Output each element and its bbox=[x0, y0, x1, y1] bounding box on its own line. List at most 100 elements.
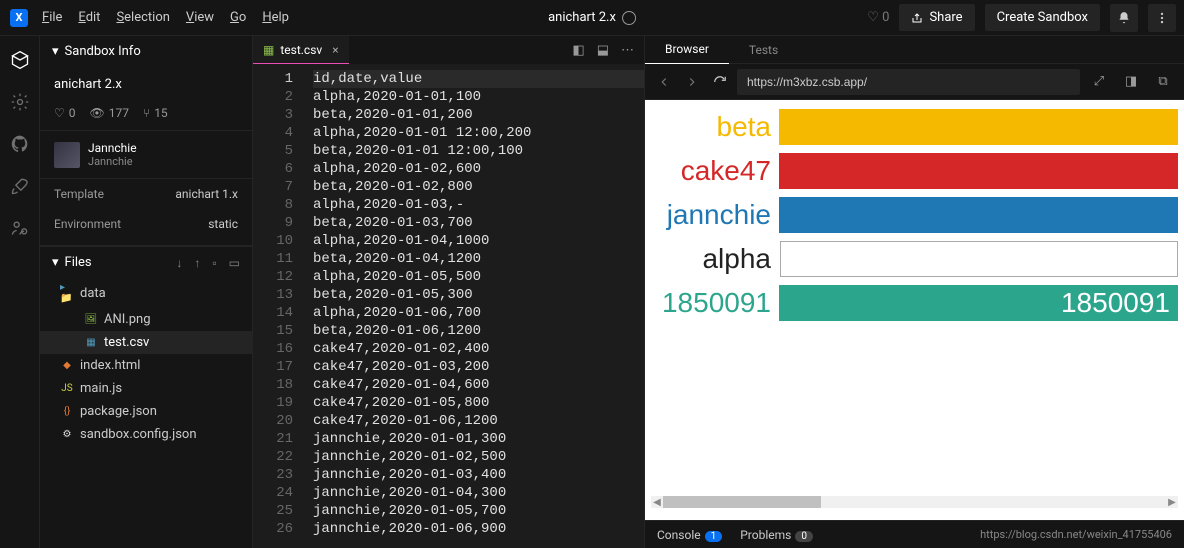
menu-help[interactable]: Help bbox=[262, 10, 289, 25]
stat-forks: ⑂ 15 bbox=[143, 106, 168, 120]
bar-label: alpha bbox=[651, 243, 779, 275]
activity-bar bbox=[0, 36, 40, 548]
meta-environment: Environment static bbox=[40, 209, 252, 246]
upload-icon[interactable]: ↑ bbox=[194, 256, 200, 270]
menu-view[interactable]: View bbox=[186, 10, 214, 25]
template-link[interactable]: anichart 1.x bbox=[175, 187, 238, 201]
files-header[interactable]: ▾ Files ↓ ↑ ▫ ▭ bbox=[40, 246, 252, 278]
file-icon: ▦ bbox=[84, 337, 98, 348]
file-name: data bbox=[80, 286, 106, 301]
main: ▾ Sandbox Info anichart 2.x ♡ 0 👁 177 ⑂ … bbox=[0, 36, 1184, 548]
file-item-index-html[interactable]: ◆index.html bbox=[40, 354, 252, 377]
refresh-icon[interactable] bbox=[709, 71, 731, 93]
menu-go[interactable]: Go bbox=[230, 10, 246, 25]
preview-newwindow-icon[interactable]: ⧉ bbox=[1150, 74, 1176, 89]
scroll-right-icon[interactable]: ▶ bbox=[1166, 497, 1178, 508]
console-tab[interactable]: Console1 bbox=[657, 528, 722, 542]
file-icon: ▸ 📁 bbox=[60, 282, 74, 304]
preview-frame: betacake47jannchiealpha18500911850091 ◀ … bbox=[645, 100, 1184, 520]
file-icon: 🖼 bbox=[84, 314, 98, 325]
logo[interactable]: X bbox=[10, 9, 28, 27]
bar-cake47: cake47 bbox=[651, 152, 1178, 190]
activity-settings-icon[interactable] bbox=[10, 92, 30, 112]
tab-test-csv[interactable]: ▦ test.csv × bbox=[253, 36, 349, 64]
sandbox-info-title: Sandbox Info bbox=[65, 44, 141, 59]
file-name: ANI.png bbox=[104, 312, 151, 327]
stat-views: 👁 177 bbox=[90, 106, 129, 120]
forward-icon[interactable] bbox=[681, 71, 703, 93]
file-name: package.json bbox=[80, 404, 157, 419]
editor-tabs: ▦ test.csv × ◧ ⬓ ⋯ bbox=[253, 36, 644, 64]
create-sandbox-button[interactable]: Create Sandbox bbox=[985, 4, 1100, 31]
more-icon[interactable] bbox=[1148, 4, 1176, 32]
url-input[interactable] bbox=[737, 69, 1080, 95]
activity-info-icon[interactable] bbox=[10, 50, 30, 70]
project-name[interactable]: anichart 2.x bbox=[40, 67, 252, 102]
file-item-main-js[interactable]: JS main.js bbox=[40, 377, 252, 400]
menu-edit[interactable]: Edit bbox=[78, 10, 100, 25]
scroll-left-icon[interactable]: ◀ bbox=[651, 497, 663, 508]
sidebar: ▾ Sandbox Info anichart 2.x ♡ 0 👁 177 ⑂ … bbox=[40, 36, 253, 548]
tab-browser[interactable]: Browser bbox=[645, 36, 729, 64]
close-icon[interactable]: × bbox=[332, 43, 338, 57]
split-bottom-icon[interactable]: ⬓ bbox=[597, 43, 609, 58]
top-right-actions: ♡ 0 Share Create Sandbox bbox=[867, 4, 1184, 32]
file-icon: {} bbox=[60, 406, 74, 417]
activity-github-icon[interactable] bbox=[10, 134, 30, 154]
bar-rect: 1850091 bbox=[779, 285, 1178, 321]
file-icon: ⚙ bbox=[60, 429, 74, 440]
avatar bbox=[54, 142, 80, 168]
preview-expand-icon[interactable]: ⤢ bbox=[1086, 74, 1112, 89]
new-file-icon[interactable]: ▫ bbox=[212, 256, 216, 270]
file-icon: JS bbox=[60, 383, 74, 394]
bar-alpha: alpha bbox=[651, 240, 1178, 278]
project-stats: ♡ 0 👁 177 ⑂ 15 bbox=[40, 102, 252, 131]
file-item-test-csv[interactable]: ▦test.csv bbox=[40, 331, 252, 354]
menubar: File Edit Selection View Go Help bbox=[42, 10, 289, 25]
chart-area: betacake47jannchiealpha18500911850091 bbox=[651, 108, 1178, 322]
activity-live-icon[interactable] bbox=[10, 218, 30, 238]
gutter: 1234567891011121314151617181920212223242… bbox=[253, 64, 301, 548]
activity-rocket-icon[interactable] bbox=[10, 176, 30, 196]
like-button[interactable]: ♡ 0 bbox=[867, 10, 889, 25]
back-icon[interactable] bbox=[653, 71, 675, 93]
menu-file[interactable]: File bbox=[42, 10, 62, 25]
csv-icon: ▦ bbox=[263, 43, 274, 57]
watermark: https://blog.csdn.net/weixin_41755406 bbox=[980, 528, 1172, 541]
tab-more-icon[interactable]: ⋯ bbox=[621, 43, 634, 58]
file-item-data[interactable]: ▸ 📁 data bbox=[40, 278, 252, 308]
share-icon bbox=[911, 12, 923, 24]
preview-split-icon[interactable]: ◨ bbox=[1118, 74, 1144, 89]
problems-tab[interactable]: Problems0 bbox=[740, 528, 813, 542]
split-right-icon[interactable]: ◧ bbox=[572, 43, 584, 58]
title-text: anichart 2.x bbox=[548, 10, 616, 25]
code-area[interactable]: id,date,valuealpha,2020-01-01,100beta,20… bbox=[301, 64, 644, 548]
file-item-package-json[interactable]: {} package.json bbox=[40, 400, 252, 423]
chevron-down-icon: ▾ bbox=[52, 44, 59, 59]
bar-label: cake47 bbox=[651, 155, 779, 187]
chevron-down-icon: ▾ bbox=[52, 255, 59, 270]
horizontal-scrollbar[interactable]: ◀ ▶ bbox=[651, 496, 1178, 508]
share-button[interactable]: Share bbox=[899, 4, 974, 31]
tab-tests[interactable]: Tests bbox=[729, 36, 798, 64]
sandbox-info-header[interactable]: ▾ Sandbox Info bbox=[40, 36, 252, 67]
editor-body[interactable]: 1234567891011121314151617181920212223242… bbox=[253, 64, 644, 548]
file-item-ANI-png[interactable]: 🖼 ANI.png bbox=[40, 308, 252, 331]
author-handle: Jannchie bbox=[88, 155, 137, 168]
author-row[interactable]: Jannchie Jannchie bbox=[40, 131, 252, 179]
preview-bottom-bar: Console1 Problems0 https://blog.csdn.net… bbox=[645, 520, 1184, 548]
new-folder-icon[interactable]: ▭ bbox=[229, 256, 240, 270]
bell-icon[interactable] bbox=[1110, 4, 1138, 32]
scroll-thumb[interactable] bbox=[663, 496, 821, 508]
meta-template: Template anichart 1.x bbox=[40, 179, 252, 209]
file-name: index.html bbox=[80, 358, 140, 373]
bar-label: beta bbox=[651, 111, 779, 143]
file-name: main.js bbox=[80, 381, 122, 396]
author-name: Jannchie bbox=[88, 141, 137, 155]
project-title[interactable]: anichart 2.x bbox=[548, 10, 636, 25]
file-item-sandbox-config-json[interactable]: ⚙sandbox.config.json bbox=[40, 423, 252, 446]
bar-label: 1850091 bbox=[651, 287, 779, 319]
file-tree: ▸ 📁 data 🖼 ANI.png ▦test.csv◆index.html JS mai… bbox=[40, 278, 252, 446]
menu-selection[interactable]: Selection bbox=[116, 10, 169, 25]
download-icon[interactable]: ↓ bbox=[176, 256, 182, 270]
